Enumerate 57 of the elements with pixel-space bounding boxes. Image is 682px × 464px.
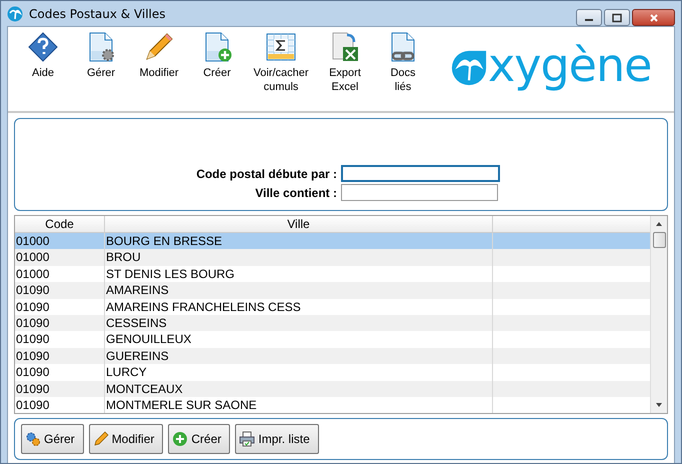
table-cell: 01090	[15, 314, 105, 332]
close-button[interactable]	[632, 9, 675, 26]
pencil-icon	[92, 431, 109, 447]
table-cell: 01090	[15, 282, 105, 299]
column-header[interactable]: Ville	[105, 216, 493, 232]
toolbar-button[interactable]: Voir/cacher cumuls	[246, 31, 316, 94]
toolbar-button[interactable]: Export Excel	[316, 31, 374, 94]
maximize-button[interactable]	[604, 9, 630, 26]
table-cell: CESSEINS	[105, 314, 493, 332]
logo-icon	[450, 49, 488, 87]
gear-icon	[25, 431, 41, 447]
toolbar-button[interactable]: Gérer	[72, 31, 130, 80]
action-button[interactable]: Créer	[168, 424, 230, 454]
scroll-down-icon[interactable]	[655, 402, 663, 408]
table-cell: 01090	[15, 396, 105, 413]
toolbar-button[interactable]: Docs liés	[374, 31, 432, 94]
logo-text: xygène	[488, 37, 652, 93]
table-cell: 01000	[15, 249, 105, 266]
toolbar-button[interactable]: Modifier	[130, 31, 188, 80]
maximize-icon	[612, 12, 622, 22]
scrollbar[interactable]	[650, 216, 667, 413]
minimize-icon	[585, 19, 593, 21]
table-row[interactable]: 01090 AMAREINS	[15, 282, 650, 299]
pencil-icon	[143, 31, 175, 63]
table-cell: MONTCEAUX	[105, 380, 493, 397]
action-button[interactable]: Impr. liste	[235, 424, 319, 454]
window-title: Codes Postaux & Villes	[29, 6, 166, 20]
action-button[interactable]: Gérer	[21, 424, 84, 454]
table-cell: 01090	[15, 348, 105, 364]
table-row[interactable]: 01000 BOURG EN BRESSE	[15, 233, 650, 250]
printer-icon	[239, 431, 256, 447]
table-cell: GUEREINS	[105, 348, 493, 364]
field-label: Ville contient :	[254, 186, 338, 200]
close-icon	[648, 12, 658, 22]
sum-table-icon	[265, 31, 297, 63]
toolbar-button[interactable]: Créer	[188, 31, 246, 80]
table-row[interactable]: 01090 CESSEINS	[15, 314, 650, 332]
input-field[interactable]	[341, 165, 500, 182]
table-cell: BROU	[105, 249, 493, 266]
table-cell: AMAREINS	[105, 282, 493, 299]
table-row[interactable]: 01090 GUEREINS	[15, 348, 650, 364]
toolbar-button[interactable]: Aide	[14, 31, 72, 80]
help-icon	[27, 31, 59, 63]
plus-icon	[172, 431, 188, 447]
minimize-button[interactable]	[576, 9, 602, 26]
field-label: Code postal débute par :	[195, 166, 338, 180]
scrollbar-thumb[interactable]	[652, 232, 666, 248]
table-cell: 01090	[15, 380, 105, 397]
table-cell: MONTMERLE SUR SAONE	[105, 396, 493, 413]
column-header[interactable]: Code	[15, 216, 105, 232]
palm-icon	[7, 6, 23, 22]
scroll-up-icon[interactable]	[655, 221, 663, 227]
table-row[interactable]: 01090 MONTCEAUX	[15, 380, 650, 397]
table-row[interactable]: 01090 MONTMERLE SUR SAONE	[15, 396, 650, 413]
table-row[interactable]: 01000 BROU	[15, 249, 650, 266]
action-button[interactable]: Modifier	[88, 424, 164, 454]
input-field[interactable]	[341, 184, 498, 201]
